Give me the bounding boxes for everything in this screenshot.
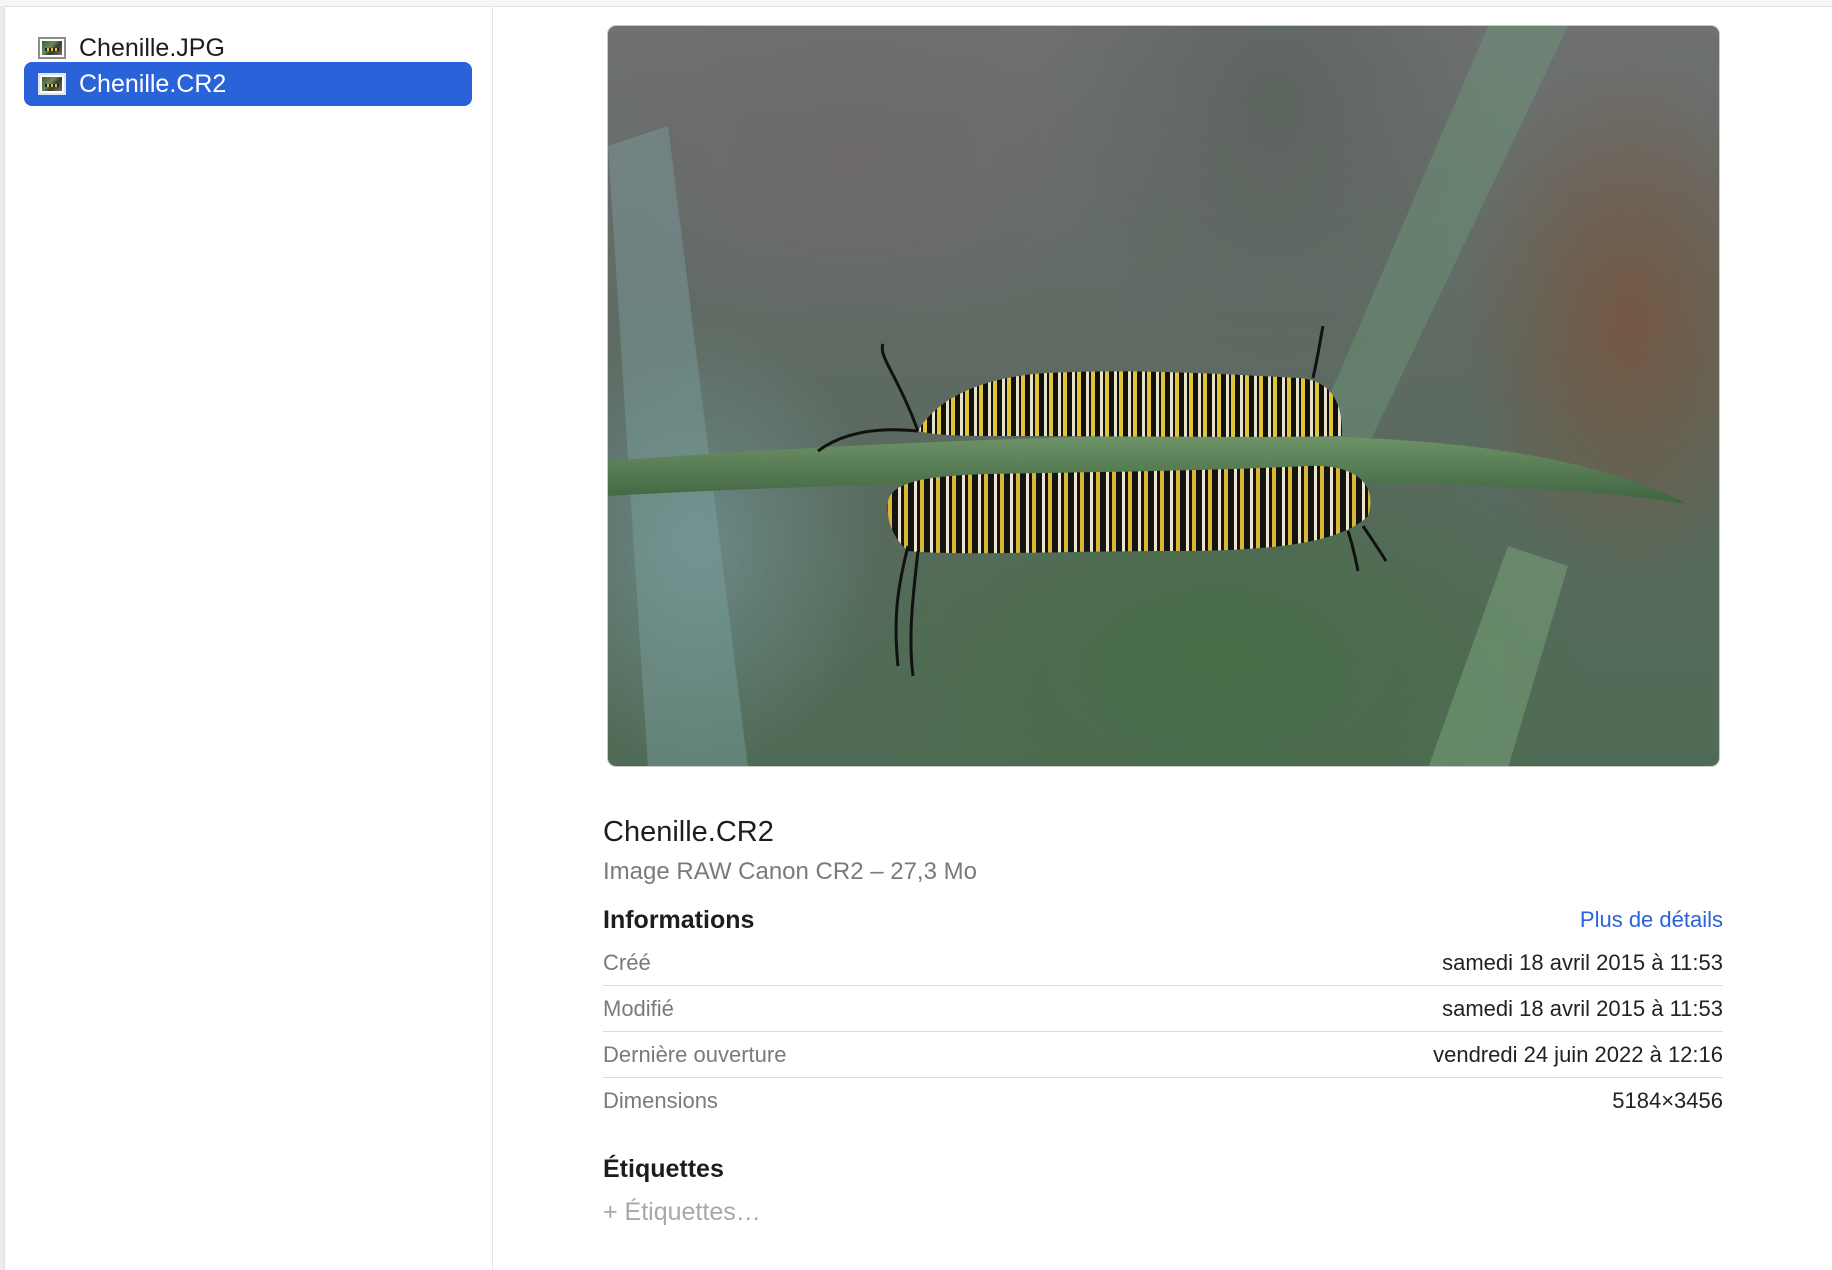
info-row-modified: Modifié samedi 18 avril 2015 à 11:53 [603,986,1723,1032]
info-value: samedi 18 avril 2015 à 11:53 [1442,949,1723,975]
informations-title: Informations [603,905,755,934]
info-value: samedi 18 avril 2015 à 11:53 [1442,995,1723,1021]
info-label: Créé [603,949,651,975]
more-details-link[interactable]: Plus de détails [1580,907,1723,933]
file-info-panel: Chenille.CR2 Image RAW Canon CR2 – 27,3 … [603,812,1723,1231]
add-tags-field[interactable]: + Étiquettes… [603,1193,761,1231]
image-file-icon [38,37,66,59]
file-item-label: Chenille.JPG [79,33,225,62]
window-top-edge [0,0,1832,7]
file-item-chenille-cr2[interactable]: Chenille.CR2 [24,62,472,106]
file-name-title: Chenille.CR2 [603,816,774,848]
info-label: Modifié [603,995,674,1021]
image-file-icon [38,73,66,95]
file-item-label: Chenille.CR2 [79,69,227,98]
info-value: vendredi 24 juin 2022 à 12:16 [1433,1041,1723,1067]
info-row-last-opened: Dernière ouverture vendredi 24 juin 2022… [603,1032,1723,1078]
info-label: Dernière ouverture [603,1041,787,1067]
file-type-size: Image RAW Canon CR2 – 27,3 Mo [603,858,977,885]
caterpillar-photo [608,26,1688,766]
info-row-dimensions: Dimensions 5184×3456 [603,1078,1723,1123]
info-table: Créé samedi 18 avril 2015 à 11:53 Modifi… [603,940,1723,1123]
informations-header: Informations Plus de détails [603,900,1723,940]
image-preview [607,25,1720,767]
info-row-created: Créé samedi 18 avril 2015 à 11:53 [603,940,1723,986]
info-value: 5184×3456 [1612,1087,1723,1113]
file-list-sidebar: Chenille.JPG Chenille.CR2 [5,7,493,1270]
info-label: Dimensions [603,1087,718,1113]
tags-title: Étiquettes [603,1155,724,1183]
